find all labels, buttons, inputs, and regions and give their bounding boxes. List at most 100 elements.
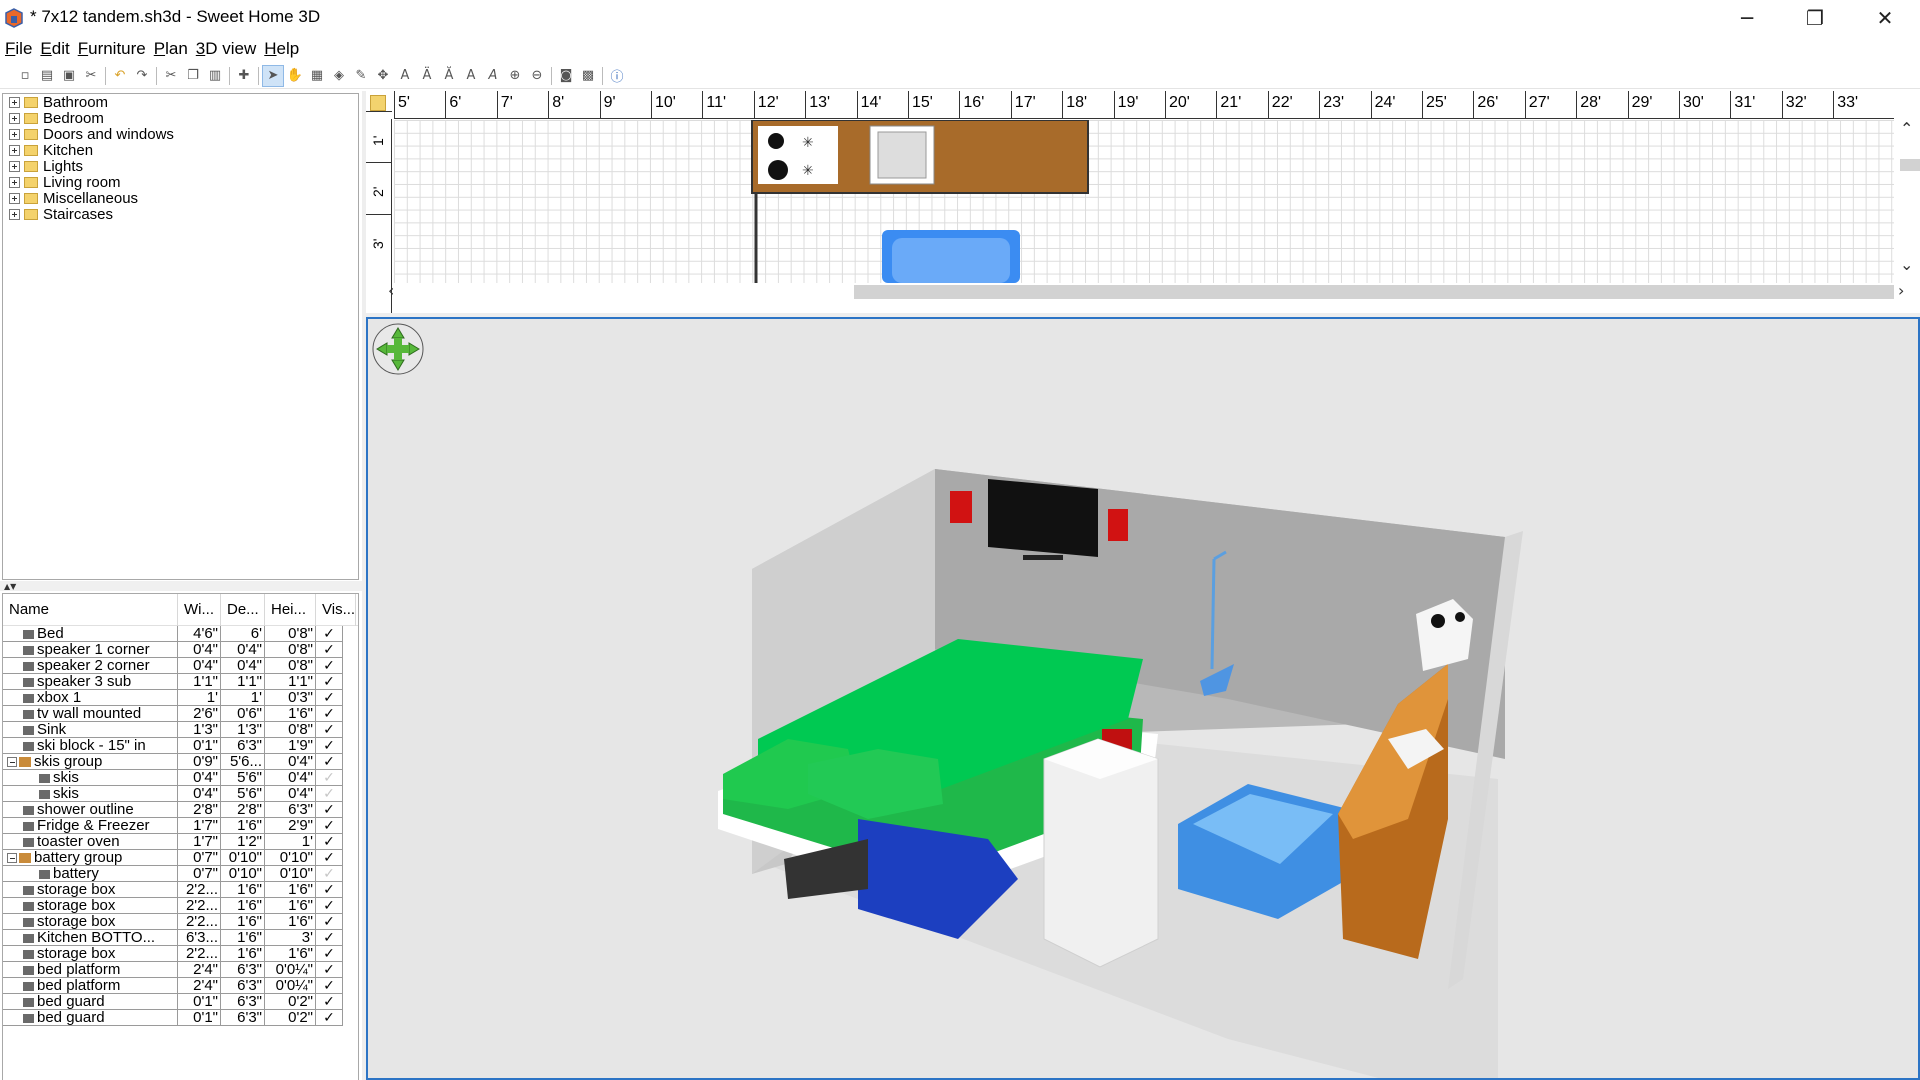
visible-checkbox[interactable]: ✓ [316,914,343,930]
save-icon[interactable]: ▣ [58,65,80,87]
visible-checkbox[interactable]: ✓ [316,754,343,770]
visible-checkbox[interactable]: ✓ [316,786,343,802]
catalog-category[interactable]: Doors and windows [3,126,358,143]
zoom-in-icon[interactable]: ⊕ [504,65,526,87]
speaker-2-3d[interactable] [1108,509,1128,541]
scroll-down-icon[interactable]: ⌄ [1900,255,1913,274]
restore-button[interactable]: ❐ [1780,0,1850,36]
catalog-category[interactable]: Bathroom [3,94,358,111]
minimize-button[interactable]: ─ [1712,0,1782,36]
table-row[interactable]: xbox 1 1' 1' 0'3" ✓ [3,690,358,706]
create-photo-icon[interactable]: ◙ [555,65,577,87]
create-dimensions-icon[interactable]: ✥ [372,65,394,87]
visible-checkbox[interactable]: ✓ [316,722,343,738]
expand-icon[interactable] [9,112,20,124]
column-height[interactable]: Hei... [265,594,316,626]
open-icon[interactable]: ▤ [36,65,58,87]
visible-checkbox[interactable]: ✓ [316,818,343,834]
table-row[interactable]: shower outline 2'8" 2'8" 6'3" ✓ [3,802,358,818]
visible-checkbox[interactable]: ✓ [316,690,343,706]
expand-icon[interactable] [9,96,20,108]
table-row[interactable]: storage box 2'2... 1'6" 1'6" ✓ [3,898,358,914]
splitter-arrows-icon[interactable]: ▲▼ [4,582,16,591]
new-icon[interactable]: ▫ [14,65,36,87]
visible-checkbox[interactable]: ✓ [316,946,343,962]
visible-checkbox[interactable]: ✓ [316,898,343,914]
catalog-category[interactable]: Lights [3,158,358,175]
catalog-category[interactable]: Staircases [3,206,358,223]
collapse-icon[interactable] [7,853,17,864]
collapse-icon[interactable] [7,757,17,768]
furniture-table[interactable]: Name Wi... De... Hei... Vis... Bed 4'6" 6'… [2,593,359,1080]
visible-checkbox[interactable]: ✓ [316,994,343,1010]
table-row[interactable]: toaster oven 1'7" 1'2" 1' ✓ [3,834,358,850]
table-row[interactable]: tv wall mounted 2'6" 0'6" 1'6" ✓ [3,706,358,722]
table-row[interactable]: speaker 3 sub 1'1" 1'1" 1'1" ✓ [3,674,358,690]
create-polylines-icon[interactable]: ✎ [350,65,372,87]
table-row[interactable]: battery 0'7" 0'10" 0'10" ✓ [3,866,358,882]
scroll-right-icon[interactable]: › [1898,281,1904,300]
bold-icon[interactable]: Ă [438,65,460,87]
catalog-category[interactable]: Living room [3,174,358,191]
menu-file[interactable]: File [5,39,32,59]
table-row[interactable]: storage box 2'2... 1'6" 1'6" ✓ [3,914,358,930]
expand-icon[interactable] [9,192,20,204]
furniture-catalog-tree[interactable]: Bathroom Bedroom Doors and windows Kitchen L… [2,93,359,580]
expand-icon[interactable] [9,144,20,156]
catalog-category[interactable]: Miscellaneous [3,190,358,207]
table-row[interactable]: storage box 2'2... 1'6" 1'6" ✓ [3,882,358,898]
table-row[interactable]: speaker 1 corner 0'4" 0'4" 0'8" ✓ [3,642,358,658]
expand-icon[interactable] [9,160,20,172]
table-row[interactable]: bed platform 2'4" 6'3" 0'0¼" ✓ [3,978,358,994]
scroll-thumb-v[interactable] [1900,159,1920,171]
visible-checkbox[interactable]: ✓ [316,834,343,850]
menu-3d-view[interactable]: 3D view [196,39,256,59]
table-row[interactable]: bed platform 2'4" 6'3" 0'0¼" ✓ [3,962,358,978]
visible-checkbox[interactable]: ✓ [316,882,343,898]
menu-edit[interactable]: Edit [40,39,69,59]
column-visible[interactable]: Vis... [316,594,356,626]
visible-checkbox[interactable]: ✓ [316,674,343,690]
visible-checkbox[interactable]: ✓ [316,770,343,786]
visible-checkbox[interactable]: ✓ [316,802,343,818]
menu-furniture[interactable]: Furniture [78,39,146,59]
table-row[interactable]: Fridge & Freezer 1'7" 1'6" 2'9" ✓ [3,818,358,834]
scroll-up-icon[interactable]: ⌃ [1900,119,1913,138]
menu-help[interactable]: Help [264,39,299,59]
add-furniture-icon[interactable]: ✚ [233,65,255,87]
table-row[interactable]: Kitchen BOTTO... 6'3... 1'6" 3' ✓ [3,930,358,946]
catalog-category[interactable]: Bedroom [3,110,358,127]
text-style-icon[interactable]: Ä [416,65,438,87]
plan-lock-icon[interactable] [370,95,386,111]
table-row[interactable]: bed guard 0'1" 6'3" 0'2" ✓ [3,1010,358,1026]
help-icon[interactable]: ⓘ [606,65,628,87]
zoom-out-icon[interactable]: ⊖ [526,65,548,87]
catalog-category[interactable]: Kitchen [3,142,358,159]
cut-icon[interactable]: ✂ [160,65,182,87]
visible-checkbox[interactable]: ✓ [316,930,343,946]
visible-checkbox[interactable]: ✓ [316,978,343,994]
undo-icon[interactable]: ↶ [109,65,131,87]
speaker-1-3d[interactable] [950,491,972,523]
scroll-thumb-h[interactable] [854,285,1894,299]
plan-vertical-scrollbar[interactable]: ⌃ ⌄ [1894,119,1920,283]
visible-checkbox[interactable]: ✓ [316,738,343,754]
visible-checkbox[interactable]: ✓ [316,626,343,642]
add-text-icon[interactable]: A [394,65,416,87]
scroll-left-icon[interactable]: ‹ [388,281,394,300]
table-row[interactable]: skis group 0'9" 5'6... 0'4" ✓ [3,754,358,770]
table-row[interactable]: storage box 2'2... 1'6" 1'6" ✓ [3,946,358,962]
table-row[interactable]: battery group 0'7" 0'10" 0'10" ✓ [3,850,358,866]
table-row[interactable]: bed guard 0'1" 6'3" 0'2" ✓ [3,994,358,1010]
plan-horizontal-scrollbar[interactable]: ‹ › [388,281,1904,301]
visible-checkbox[interactable]: ✓ [316,1010,343,1026]
column-name[interactable]: Name [3,594,178,626]
expand-icon[interactable] [9,208,20,220]
visible-checkbox[interactable]: ✓ [316,642,343,658]
menu-plan[interactable]: Plan [154,39,188,59]
create-rooms-icon[interactable]: ◈ [328,65,350,87]
plan-grid[interactable]: ✳ ✳ [394,120,1894,283]
3d-view[interactable] [366,317,1920,1080]
visible-checkbox[interactable]: ✓ [316,962,343,978]
pan-icon[interactable]: ✋ [284,65,306,87]
